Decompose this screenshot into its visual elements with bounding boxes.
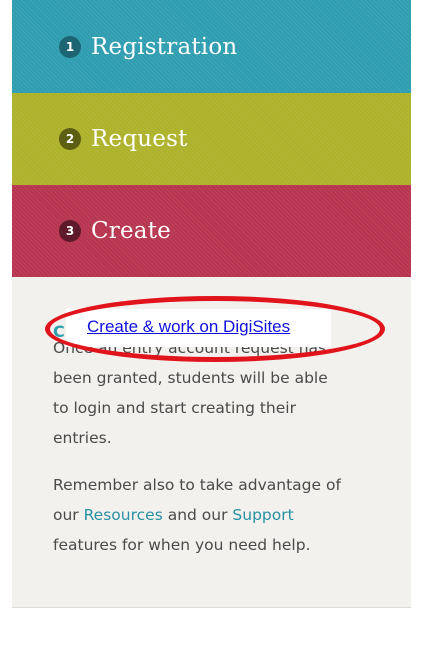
step-create[interactable]: 3 Create xyxy=(12,185,411,277)
step-number-badge: 3 xyxy=(59,220,81,242)
divider xyxy=(12,607,411,608)
step-registration[interactable]: 1 Registration xyxy=(12,0,411,93)
step-number-badge: 1 xyxy=(59,35,81,58)
help-paragraph: Remember also to take advantage of our R… xyxy=(53,470,383,560)
step-label: Create xyxy=(91,218,171,244)
step-number-badge: 2 xyxy=(59,128,81,150)
step-label: Request xyxy=(91,126,188,152)
support-link[interactable]: Support xyxy=(232,506,293,524)
annotation-ellipse xyxy=(45,296,385,362)
paragraph-line: been granted, students will be able xyxy=(53,369,328,387)
step-request[interactable]: 2 Request xyxy=(12,93,411,185)
resources-link[interactable]: Resources xyxy=(84,506,163,524)
step-label: Registration xyxy=(91,33,238,60)
paragraph-line: to login and start creating their xyxy=(53,399,296,417)
paragraph-line: features for when you need help. xyxy=(53,536,311,554)
paragraph-line: Remember also to take advantage of xyxy=(53,476,341,494)
paragraph-line: entries. xyxy=(53,429,112,447)
paragraph-line: our Resources and our Support xyxy=(53,506,294,524)
